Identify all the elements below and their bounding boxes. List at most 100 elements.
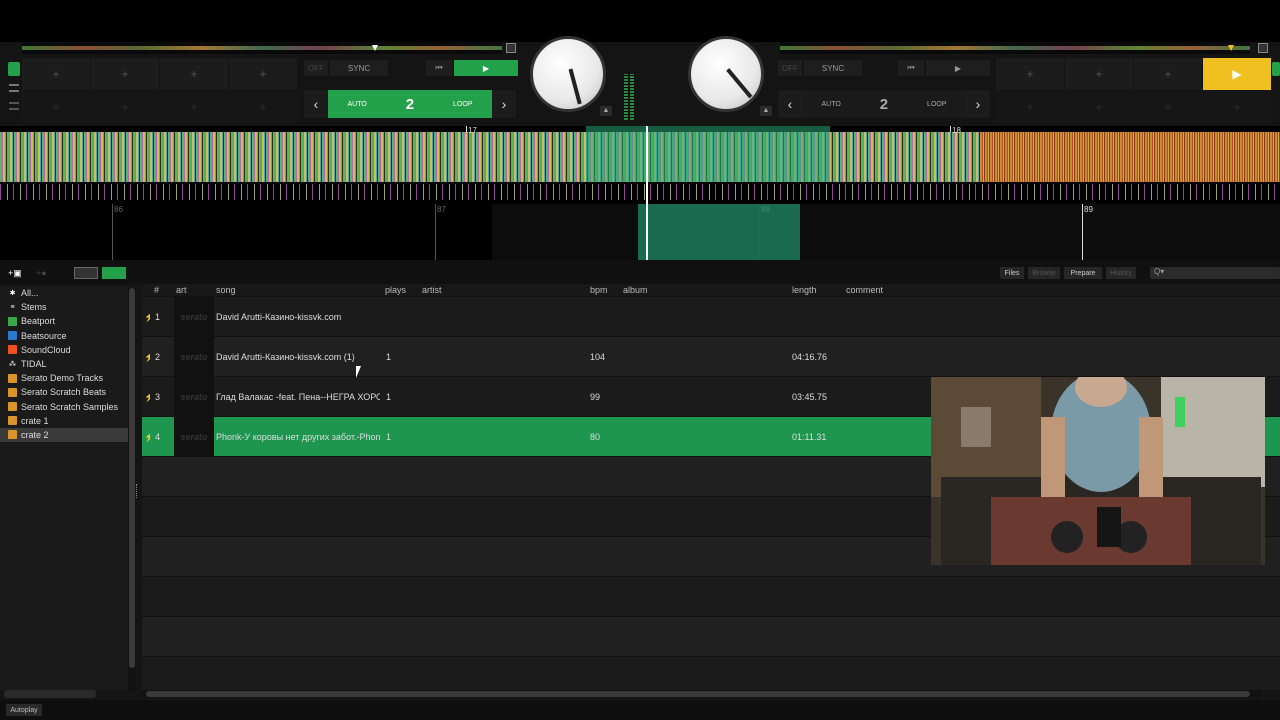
left-pad-7[interactable]: +: [160, 91, 228, 123]
right-loop-next-button[interactable]: ›: [966, 90, 990, 118]
cell-num: 1: [155, 312, 161, 322]
crate-icon: [8, 387, 17, 397]
table-hscroll-thumb[interactable]: [146, 691, 1250, 697]
sidebar-item-all[interactable]: ✱ All...: [0, 286, 128, 300]
right-pad-3[interactable]: +: [1134, 58, 1202, 90]
sidebar-item-beatsource[interactable]: Beatsource: [0, 329, 128, 343]
left-loop-button[interactable]: LOOP: [453, 101, 472, 108]
right-pad-7[interactable]: +: [1134, 91, 1202, 123]
cell-length: 01:11.31: [792, 432, 827, 442]
left-eject-icon[interactable]: ▲: [600, 106, 612, 116]
left-pad-3[interactable]: +: [160, 58, 228, 90]
right-pad-5[interactable]: +: [996, 91, 1064, 123]
sidebar-item-tidal[interactable]: ⁂ TIDAL: [0, 357, 128, 371]
col-header-artist[interactable]: artist: [422, 285, 442, 295]
right-pad-8[interactable]: +: [1203, 91, 1271, 123]
col-header-plays[interactable]: plays: [385, 285, 406, 295]
sidebar-scrollbar[interactable]: [128, 288, 136, 692]
left-pad-8[interactable]: +: [229, 91, 297, 123]
sidebar-item-soundcloud[interactable]: SoundCloud: [0, 343, 128, 357]
sidebar-item-stems[interactable]: ≡ Stems: [0, 300, 128, 314]
list-view-icon[interactable]: [74, 267, 98, 279]
right-deck-grid-icon[interactable]: [1258, 43, 1268, 53]
left-deck-settings-icon[interactable]: [9, 102, 19, 110]
sidebar-item-serato-scratch-beats[interactable]: Serato Scratch Beats: [0, 385, 128, 399]
left-off-button[interactable]: OFF: [304, 60, 328, 76]
right-sync-button[interactable]: SYNC: [804, 60, 862, 76]
cell-length: 04:16.76: [792, 352, 828, 362]
left-loop-auto[interactable]: AUTO: [347, 101, 366, 108]
col-header-length[interactable]: length: [792, 285, 817, 295]
left-loop-prev-button[interactable]: ‹: [304, 90, 328, 118]
right-pad-6[interactable]: +: [1065, 91, 1133, 123]
right-deck-mode-icon[interactable]: [1272, 62, 1280, 76]
left-cue-pads: + + + + + + + +: [22, 58, 297, 123]
cell-plays: 1: [386, 352, 392, 362]
col-header-song[interactable]: song: [216, 285, 236, 295]
files-button[interactable]: Files: [1000, 267, 1024, 279]
table-row[interactable]: ⚡ 2 serato David Arutti-Казино-kissvk.co…: [142, 336, 1280, 377]
left-pad-1[interactable]: +: [22, 58, 90, 90]
col-header-comment[interactable]: comment: [846, 285, 883, 295]
right-knob-indicator: [726, 68, 753, 99]
sidebar-scroll-thumb[interactable]: [129, 288, 135, 668]
right-track-overview[interactable]: [780, 42, 1250, 54]
right-loop-prev-button[interactable]: ‹: [778, 90, 802, 118]
left-sync-button[interactable]: SYNC: [330, 60, 388, 76]
bar-label-86: 86: [114, 205, 123, 214]
panel-resize-handle[interactable]: [136, 484, 139, 498]
sidebar-item-serato-demo-tracks[interactable]: Serato Demo Tracks: [0, 371, 128, 385]
webcam-overlay: [931, 377, 1265, 565]
left-pad-4[interactable]: +: [229, 58, 297, 90]
left-play-button[interactable]: ▶: [454, 60, 518, 76]
add-crate-icon[interactable]: +▣: [8, 268, 30, 278]
left-pad-6[interactable]: +: [91, 91, 159, 123]
left-loop-next-button[interactable]: ›: [492, 90, 516, 118]
right-play-button[interactable]: ▶: [926, 60, 990, 76]
col-header-num[interactable]: #: [154, 285, 159, 295]
browse-button[interactable]: Browse: [1028, 267, 1060, 279]
left-deck-menu-icon[interactable]: [9, 84, 19, 92]
right-pad-4[interactable]: ▶: [1203, 58, 1271, 90]
left-pad-5[interactable]: +: [22, 91, 90, 123]
cell-plays: 1: [386, 432, 392, 442]
table-hscroll[interactable]: [142, 690, 1262, 698]
right-gain-knob[interactable]: [688, 36, 764, 112]
left-cue-button[interactable]: ⏮: [426, 60, 452, 76]
right-loop-button[interactable]: LOOP: [927, 101, 946, 108]
search-input[interactable]: Q▾: [1150, 267, 1280, 279]
col-header-album[interactable]: album: [623, 285, 648, 295]
left-deck-mode-icon[interactable]: [8, 62, 20, 76]
sidebar-item-beatport[interactable]: Beatport: [0, 314, 128, 328]
bar-line-89: [1082, 204, 1083, 260]
left-pad-2[interactable]: +: [91, 58, 159, 90]
main-waveform[interactable]: 17 18: [0, 126, 1280, 204]
crate-icon: [8, 430, 17, 440]
sidebar-item-label: crate 2: [21, 429, 49, 440]
right-loop-auto[interactable]: AUTO: [821, 101, 840, 108]
col-header-bpm[interactable]: bpm: [590, 285, 608, 295]
beatgrid-overview[interactable]: 86 87 88 89: [0, 204, 1280, 260]
left-track-overview[interactable]: [22, 42, 502, 54]
left-deck-grid-icon[interactable]: [506, 43, 516, 53]
crate-icon: [8, 373, 17, 383]
prepare-button[interactable]: Prepare: [1064, 267, 1102, 279]
col-header-art[interactable]: art: [176, 285, 187, 295]
sidebar-item-crate-1[interactable]: crate 1: [0, 414, 128, 428]
cell-bpm: 80: [590, 432, 601, 442]
autoplay-button[interactable]: Autoplay: [6, 704, 42, 716]
right-cue-button[interactable]: ⏮: [898, 60, 924, 76]
sidebar-item-serato-scratch-samples[interactable]: Serato Scratch Samples: [0, 400, 128, 414]
left-gain-knob[interactable]: [530, 36, 606, 112]
right-off-button[interactable]: OFF: [778, 60, 802, 76]
sidebar-item-crate-2[interactable]: crate 2: [0, 427, 128, 443]
sidebar-hscroll[interactable]: [4, 690, 96, 698]
table-row[interactable]: ⚡ 1 serato David Arutti-Казино-kissvk.co…: [142, 296, 1280, 337]
history-button[interactable]: History: [1106, 267, 1136, 279]
right-pad-2[interactable]: +: [1065, 58, 1133, 90]
detail-view-icon[interactable]: [102, 267, 126, 279]
bar-line-88: [759, 204, 760, 260]
right-eject-icon[interactable]: ▲: [760, 106, 772, 116]
add-smart-crate-icon[interactable]: +●: [36, 268, 60, 278]
right-pad-1[interactable]: +: [996, 58, 1064, 90]
